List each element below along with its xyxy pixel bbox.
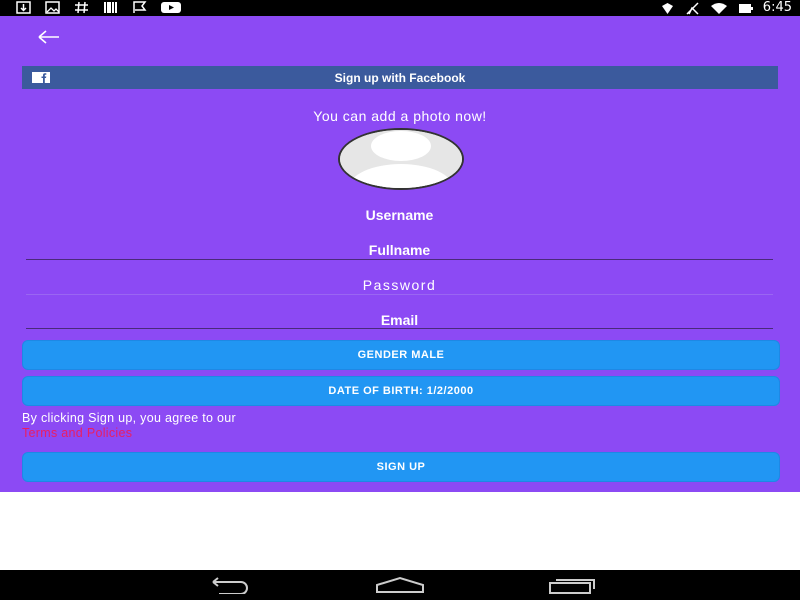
gender-label: GENDER MALE	[357, 349, 445, 361]
wifi-icon	[710, 2, 727, 14]
arrow-left-icon[interactable]	[36, 28, 62, 46]
barcode-icon	[104, 2, 117, 13]
username-field[interactable]: Username	[26, 206, 773, 224]
recents-nav-icon[interactable]	[548, 576, 598, 594]
image-icon	[45, 1, 60, 14]
date-of-birth-button[interactable]: DATE OF BIRTH: 1/2/2000	[22, 376, 780, 406]
password-field[interactable]: Password	[26, 276, 773, 294]
email-label: Email	[380, 312, 419, 328]
flag-icon	[133, 1, 147, 13]
user-placeholder-icon	[340, 130, 462, 188]
facebook-icon	[32, 72, 50, 83]
signup-button[interactable]: SIGN UP	[22, 452, 780, 482]
home-nav-icon[interactable]	[375, 576, 425, 594]
download-icon	[16, 1, 31, 14]
password-underline	[26, 294, 773, 295]
signup-label: SIGN UP	[376, 461, 426, 473]
facebook-signup-label: Sign up with Facebook	[334, 70, 466, 85]
status-left	[16, 1, 181, 14]
avatar-picker[interactable]	[338, 128, 464, 190]
no-signal-icon	[686, 1, 699, 15]
terms-link[interactable]: Terms and Policies	[22, 426, 132, 440]
hashtag-icon	[75, 1, 88, 14]
back-nav-icon[interactable]	[205, 576, 253, 594]
signup-screen: Sign up with Facebook You can add a phot…	[0, 16, 800, 492]
agreement-text: By clicking Sign up, you agree to our	[22, 411, 236, 425]
clock: 6:45	[762, 0, 792, 15]
email-field[interactable]: Email	[26, 311, 773, 329]
facebook-signup-button[interactable]: Sign up with Facebook	[22, 66, 778, 89]
gender-button[interactable]: GENDER MALE	[22, 340, 780, 370]
navigation-bar	[0, 570, 800, 600]
password-label: Password	[362, 277, 437, 293]
status-right: 6:45	[660, 0, 792, 16]
location-icon	[661, 2, 673, 14]
fullname-underline	[26, 259, 773, 260]
fullname-label: Fullname	[368, 242, 431, 258]
battery-icon	[738, 3, 753, 13]
photo-prompt: You can add a photo now!	[313, 108, 487, 124]
username-label: Username	[365, 207, 434, 223]
status-bar: 6:45	[0, 0, 800, 16]
fullname-field[interactable]: Fullname	[26, 241, 773, 259]
dob-label: DATE OF BIRTH: 1/2/2000	[328, 385, 474, 397]
email-underline	[26, 328, 773, 329]
youtube-icon	[161, 2, 181, 13]
